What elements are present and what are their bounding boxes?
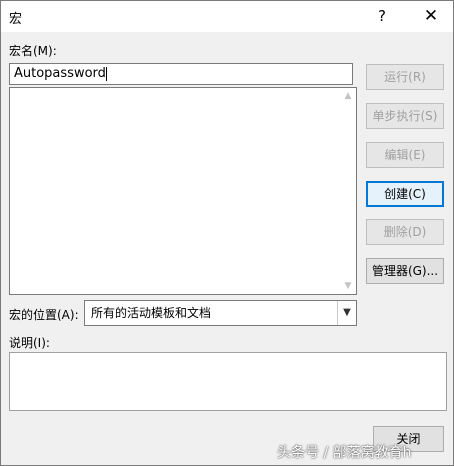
edit-button[interactable]: 编辑(E) bbox=[366, 142, 444, 168]
macro-name-label: 宏名(M): bbox=[9, 44, 57, 58]
macros-in-label: 宏的位置(A): bbox=[9, 308, 79, 322]
title-bar: 宏 ? ✕ bbox=[1, 1, 453, 32]
chevron-down-icon[interactable]: ▼ bbox=[337, 301, 356, 325]
macro-name-input[interactable]: Autopassword bbox=[9, 63, 353, 85]
close-icon[interactable]: ✕ bbox=[414, 3, 448, 30]
macros-in-select[interactable]: 所有的活动模板和文档 ▼ bbox=[84, 300, 357, 326]
macros-in-value: 所有的活动模板和文档 bbox=[91, 306, 212, 320]
step-into-button[interactable]: 单步执行(S) bbox=[366, 103, 444, 129]
delete-button[interactable]: 删除(D) bbox=[366, 219, 444, 245]
create-button[interactable]: 创建(C) bbox=[366, 181, 444, 207]
scroll-up-icon[interactable]: ▲ bbox=[340, 88, 356, 104]
help-icon[interactable]: ? bbox=[367, 3, 397, 30]
organizer-button[interactable]: 管理器(G)... bbox=[366, 258, 444, 284]
text-caret bbox=[105, 66, 107, 81]
dialog-title: 宏 bbox=[9, 12, 23, 27]
macro-list-scrollbar[interactable]: ▲ ▼ bbox=[340, 88, 356, 294]
macro-name-value: Autopassword bbox=[14, 66, 106, 81]
scroll-down-icon[interactable]: ▼ bbox=[340, 278, 356, 294]
macro-list[interactable]: ▲ ▼ bbox=[9, 87, 357, 295]
macros-dialog: 宏 ? ✕ 宏名(M): Autopassword ▲ ▼ 运行(R) 单步执行… bbox=[0, 0, 454, 466]
watermark-text: 头条号 / 部落窝教育h bbox=[277, 445, 412, 461]
description-box bbox=[9, 352, 447, 411]
description-label: 说明(I): bbox=[9, 336, 50, 350]
run-button[interactable]: 运行(R) bbox=[366, 64, 444, 90]
